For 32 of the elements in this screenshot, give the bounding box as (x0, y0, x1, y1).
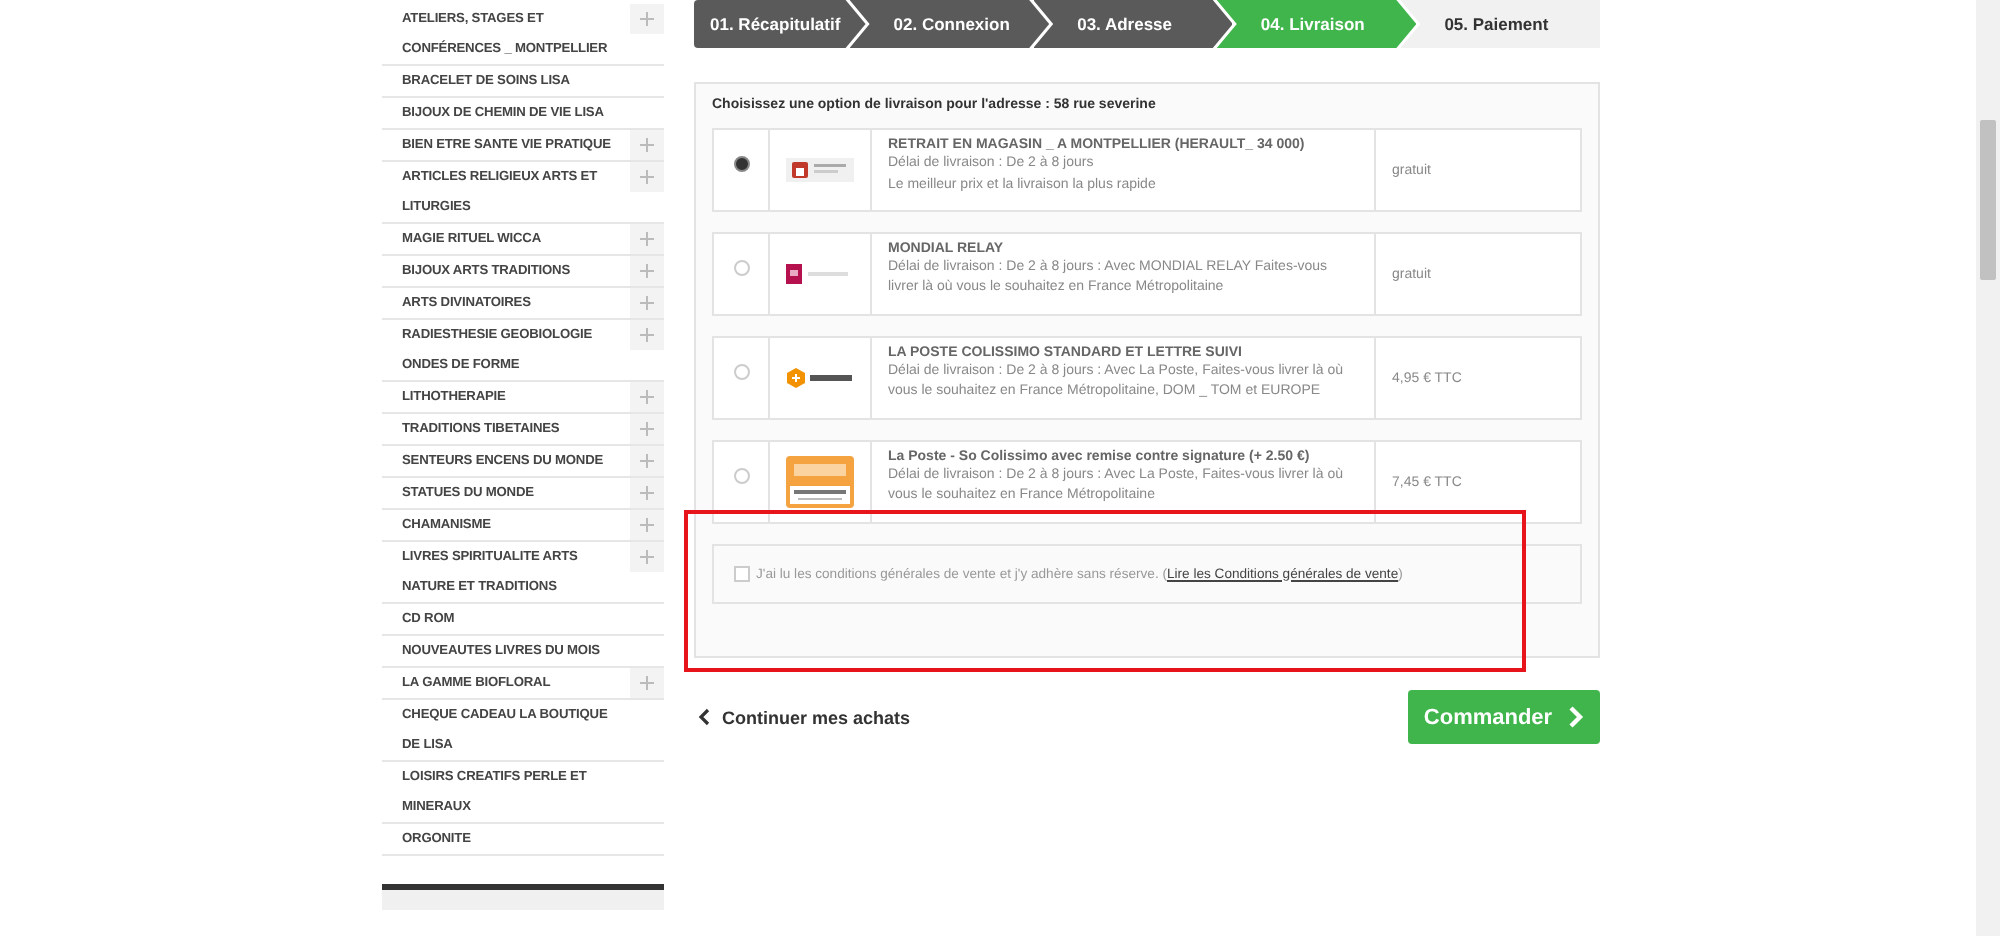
radio-button[interactable] (733, 364, 749, 380)
radio-button[interactable] (733, 156, 749, 172)
parcel-label-icon (786, 456, 854, 508)
chevron-right-icon (1568, 706, 1585, 728)
radio-button[interactable] (733, 468, 749, 484)
checkout-step[interactable]: 03. Adresse (1033, 0, 1233, 48)
expand-icon[interactable] (630, 414, 664, 444)
radio-button[interactable] (733, 260, 749, 276)
expand-icon[interactable] (630, 668, 664, 698)
expand-icon[interactable] (630, 4, 664, 34)
scrollbar[interactable] (1976, 0, 2000, 936)
shop-logo-icon (786, 158, 854, 182)
checkout-step[interactable]: 02. Connexion (849, 0, 1050, 48)
expand-icon[interactable] (630, 288, 664, 318)
expand-icon[interactable] (630, 256, 664, 286)
chevron-left-icon (698, 708, 710, 726)
relay-logo-icon (786, 264, 854, 284)
expand-icon[interactable] (630, 542, 664, 572)
expand-icon[interactable] (630, 446, 664, 476)
scrollbar-thumb[interactable] (1980, 120, 1996, 280)
expand-icon[interactable] (630, 478, 664, 508)
expand-icon[interactable] (630, 162, 664, 192)
parcel-logo-icon (786, 368, 854, 388)
checkout-step[interactable]: 05. Paiement (1400, 0, 1600, 48)
expand-icon[interactable] (630, 224, 664, 254)
continue-shopping-link[interactable]: Continuer mes achats (694, 707, 911, 727)
expand-icon[interactable] (630, 510, 664, 540)
expand-icon[interactable] (630, 320, 664, 350)
checkout-step[interactable]: 01. Récapitulatif (694, 0, 866, 48)
terms-checkbox[interactable] (734, 566, 750, 582)
expand-icon[interactable] (630, 130, 664, 160)
expand-icon[interactable] (630, 382, 664, 412)
